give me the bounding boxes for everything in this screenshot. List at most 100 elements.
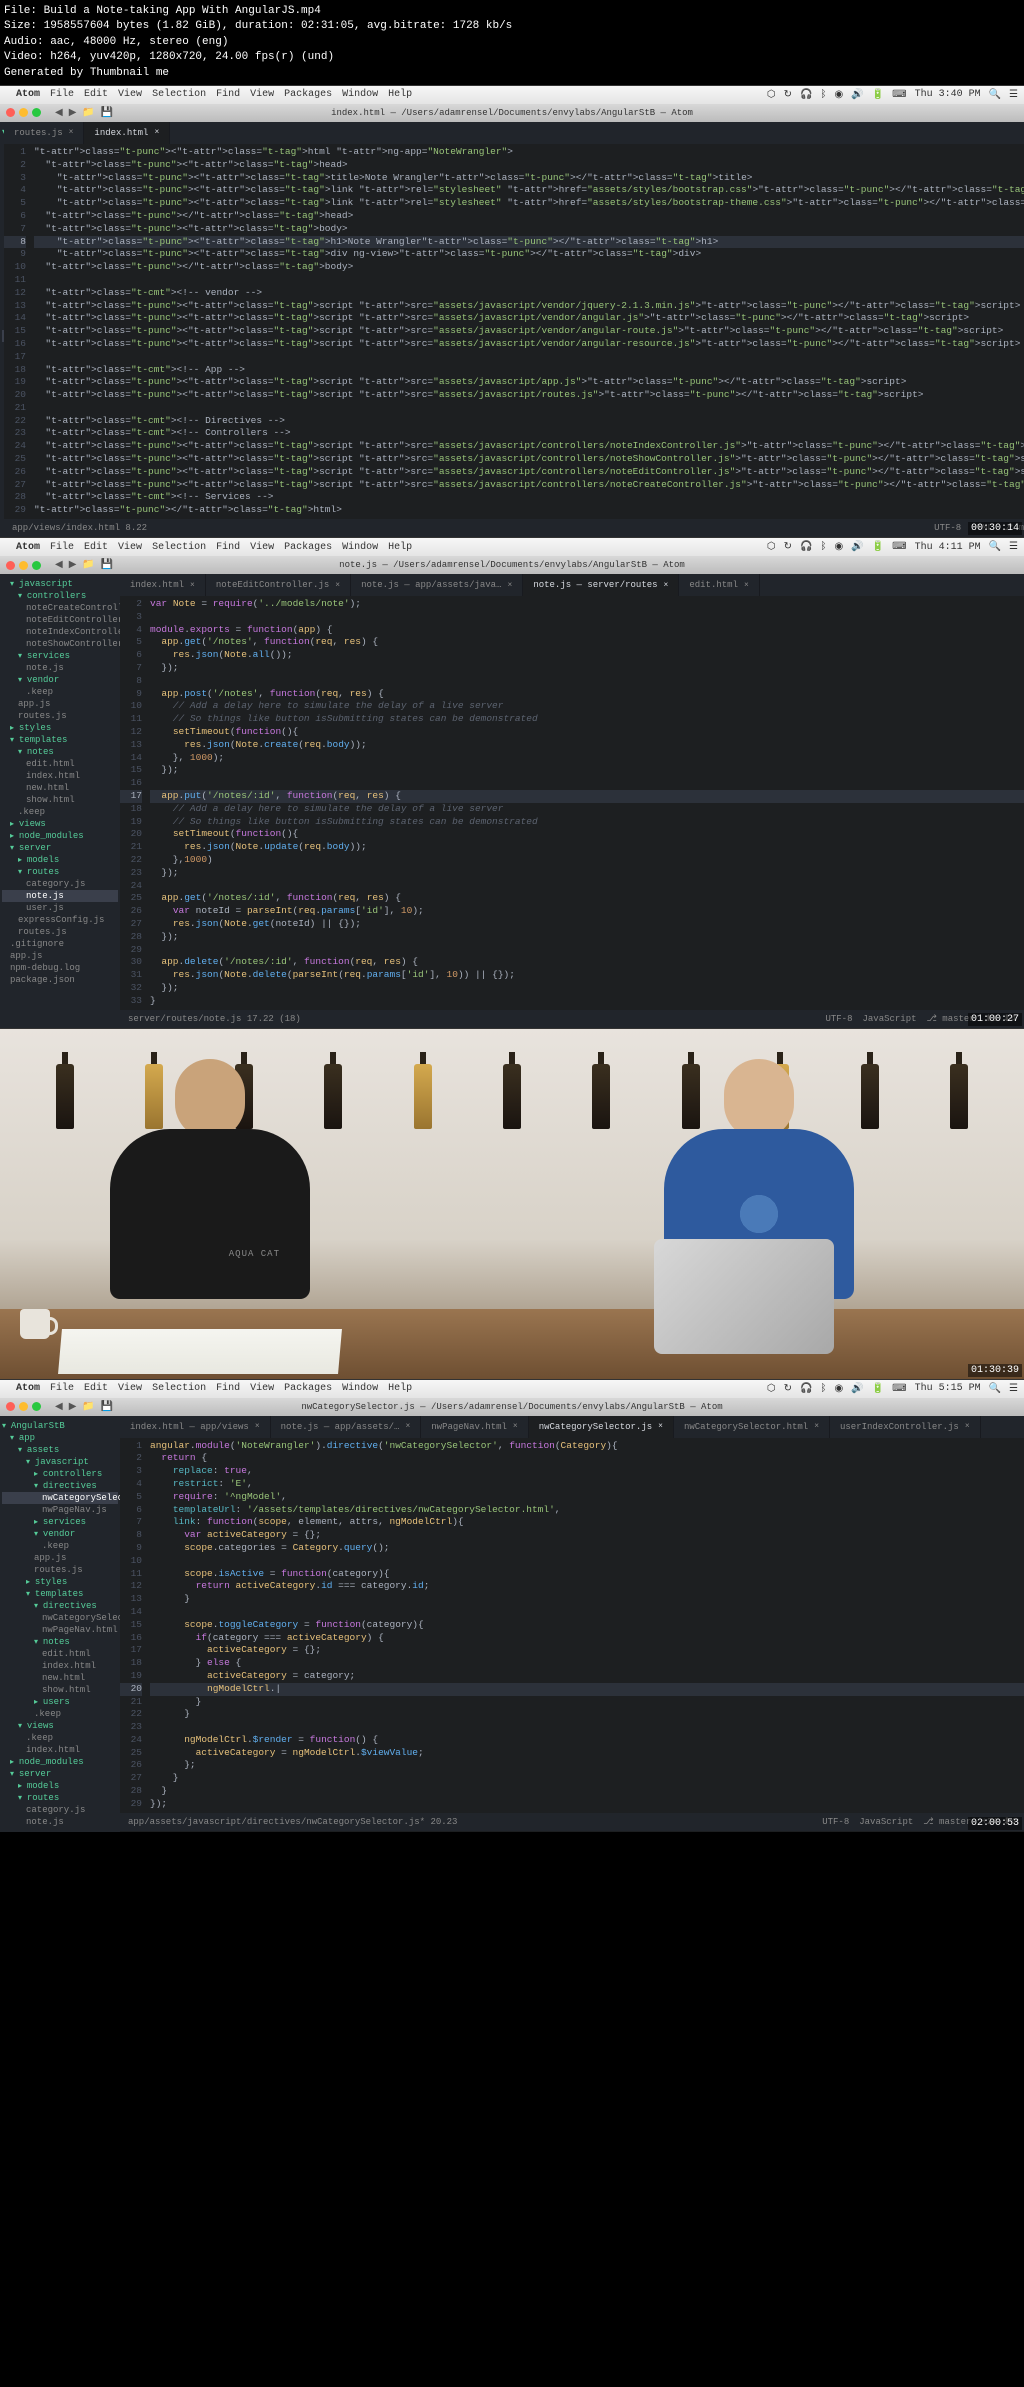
menu-edit[interactable]: Edit: [84, 542, 108, 553]
tree-file[interactable]: app.js: [2, 950, 118, 962]
save-icon[interactable]: 💾: [101, 559, 113, 571]
tree-file[interactable]: npm-debug.log: [2, 962, 118, 974]
tree-file[interactable]: package.json: [2, 974, 118, 986]
tree-file[interactable]: noteIndexController.js: [2, 626, 118, 638]
back-icon[interactable]: ◀: [55, 107, 63, 119]
back-icon[interactable]: ◀: [55, 559, 63, 571]
tree-file[interactable]: index.html: [2, 1744, 118, 1756]
battery-icon[interactable]: 🔋: [872, 1383, 884, 1395]
tab-close-icon[interactable]: ×: [664, 581, 669, 590]
tab-close-icon[interactable]: ×: [744, 581, 749, 590]
file-tree[interactable]: javascriptcontrollersnoteCreateControlle…: [0, 574, 120, 1028]
sync-icon[interactable]: ↻: [784, 1383, 792, 1395]
tree-folder[interactable]: vendor: [2, 674, 118, 686]
tree-file[interactable]: new.html: [2, 1672, 118, 1684]
tab-close-icon[interactable]: ×: [508, 581, 513, 590]
tree-folder[interactable]: controllers: [2, 590, 118, 602]
tree-folder[interactable]: node_modules: [2, 1756, 118, 1768]
zoom-button[interactable]: [32, 108, 41, 117]
close-button[interactable]: [6, 108, 15, 117]
editor-tab[interactable]: index.html×: [84, 122, 170, 144]
language-icon[interactable]: ⌨: [892, 1383, 906, 1395]
tree-file[interactable]: noteEditController.js: [2, 614, 118, 626]
minimize-button[interactable]: [19, 561, 28, 570]
tab-close-icon[interactable]: ×: [335, 581, 340, 590]
tree-file[interactable]: .keep: [2, 1540, 118, 1552]
tree-folder[interactable]: templates: [2, 1588, 118, 1600]
editor-tab[interactable]: nwCategorySelector.js×: [529, 1416, 674, 1438]
tree-file[interactable]: new.html: [2, 782, 118, 794]
tab-close-icon[interactable]: ×: [814, 1422, 819, 1431]
menu-selection[interactable]: Selection: [152, 542, 206, 553]
tree-file[interactable]: category.js: [2, 1804, 118, 1816]
menu-view[interactable]: View: [118, 1383, 142, 1394]
tree-file[interactable]: show.html: [2, 1684, 118, 1696]
editor-tab[interactable]: userIndexController.js×: [830, 1416, 981, 1438]
menu-find[interactable]: Find: [216, 89, 240, 100]
tree-folder[interactable]: models: [2, 1780, 118, 1792]
dropbox-icon[interactable]: ⬡: [767, 89, 776, 101]
bluetooth-icon[interactable]: ᛒ: [820, 541, 826, 553]
app-name[interactable]: Atom: [16, 542, 40, 553]
tab-close-icon[interactable]: ×: [69, 128, 74, 137]
tree-folder[interactable]: directives: [2, 1480, 118, 1492]
tree-file[interactable]: routes.js: [2, 1564, 118, 1576]
tree-file[interactable]: index.html: [2, 770, 118, 782]
menu-help[interactable]: Help: [388, 1383, 412, 1394]
tree-file[interactable]: user.js: [2, 902, 118, 914]
menu-edit[interactable]: Edit: [84, 89, 108, 100]
tree-folder[interactable]: controllers: [2, 1468, 118, 1480]
tree-file[interactable]: app.js: [2, 698, 118, 710]
status-lang[interactable]: JavaScript: [863, 1014, 917, 1024]
tree-folder[interactable]: server: [2, 1768, 118, 1780]
tree-folder[interactable]: notes: [2, 1636, 118, 1648]
zoom-button[interactable]: [32, 1402, 41, 1411]
bluetooth-icon[interactable]: ᛒ: [820, 89, 826, 101]
bluetooth-icon[interactable]: ᛒ: [820, 1383, 826, 1395]
menu-edit[interactable]: Edit: [84, 1383, 108, 1394]
tree-root[interactable]: AngularStB: [2, 1420, 118, 1432]
menu-file[interactable]: File: [50, 1383, 74, 1394]
menu-view2[interactable]: View: [250, 89, 274, 100]
file-tree[interactable]: AngularStB appassetsjavascriptcontroller…: [0, 1416, 120, 1832]
tree-file[interactable]: edit.html: [2, 758, 118, 770]
tree-file[interactable]: category.js: [2, 878, 118, 890]
dropbox-icon[interactable]: ⬡: [767, 541, 776, 553]
sync-icon[interactable]: ↻: [784, 89, 792, 101]
spotlight-icon[interactable]: 🔍: [989, 541, 1001, 553]
tree-folder[interactable]: services: [2, 1516, 118, 1528]
code-editor[interactable]: 2345678910111213141516171819202122232425…: [120, 596, 1024, 1010]
app-name[interactable]: Atom: [16, 89, 40, 100]
tree-file[interactable]: .gitignore: [2, 938, 118, 950]
tree-file[interactable]: index.html: [2, 1660, 118, 1672]
editor-tab[interactable]: note.js — app/assets/…×: [271, 1416, 422, 1438]
language-icon[interactable]: ⌨: [892, 541, 906, 553]
forward-icon[interactable]: ▶: [69, 107, 77, 119]
clock[interactable]: Thu 5:15 PM: [915, 1383, 981, 1394]
tree-folder[interactable]: services: [2, 650, 118, 662]
battery-icon[interactable]: 🔋: [872, 541, 884, 553]
tree-file[interactable]: note.js: [2, 890, 118, 902]
tab-close-icon[interactable]: ×: [154, 128, 159, 137]
tree-file[interactable]: edit.html: [2, 1648, 118, 1660]
tree-file[interactable]: app.js: [2, 1552, 118, 1564]
tree-file[interactable]: .keep: [2, 1708, 118, 1720]
notification-icon[interactable]: ☰: [1009, 1383, 1018, 1395]
headphones-icon[interactable]: 🎧: [800, 89, 812, 101]
tree-folder[interactable]: templates: [2, 734, 118, 746]
tree-folder[interactable]: server: [2, 842, 118, 854]
clock[interactable]: Thu 4:11 PM: [915, 542, 981, 553]
wifi-icon[interactable]: ◉: [834, 89, 843, 101]
menu-selection[interactable]: Selection: [152, 1383, 206, 1394]
editor-tab[interactable]: note.js — server/routes×: [523, 574, 679, 596]
menu-view[interactable]: View: [118, 89, 142, 100]
tree-folder[interactable]: styles: [2, 1576, 118, 1588]
battery-icon[interactable]: 🔋: [872, 89, 884, 101]
tree-folder[interactable]: javascript: [2, 1456, 118, 1468]
folder-icon[interactable]: 📁: [82, 559, 94, 571]
sync-icon[interactable]: ↻: [784, 541, 792, 553]
status-encoding[interactable]: UTF-8: [934, 523, 961, 533]
menu-view[interactable]: View: [118, 542, 142, 553]
status-encoding[interactable]: UTF-8: [822, 1817, 849, 1827]
tree-file[interactable]: .keep: [2, 806, 118, 818]
